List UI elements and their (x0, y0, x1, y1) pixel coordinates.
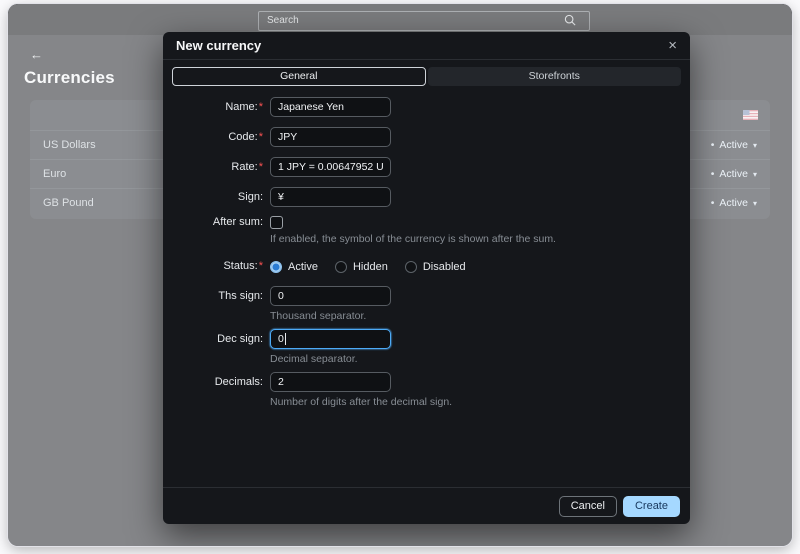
rate-label: Rate:* (163, 157, 270, 177)
decimals-help: Number of digits after the decimal sign. (270, 396, 452, 408)
required-marker: * (259, 101, 263, 113)
form-row-status: Status:* Active Hidden Disabled (163, 259, 690, 274)
cancel-button[interactable]: Cancel (559, 496, 617, 517)
decimals-input[interactable] (270, 372, 391, 392)
close-icon[interactable]: × (668, 38, 677, 53)
status-radio-active[interactable]: Active (270, 261, 318, 273)
status-radio-disabled[interactable]: Disabled (405, 261, 466, 273)
form-row-name: Name:* (163, 97, 690, 117)
tab-storefronts[interactable]: Storefronts (428, 67, 682, 86)
dec-sign-help: Decimal separator. (270, 353, 391, 365)
form-row-ths-sign: Ths sign: Thousand separator. (163, 286, 690, 322)
form-row-dec-sign: Dec sign: 0 Decimal separator. (163, 329, 690, 365)
code-input[interactable] (270, 127, 391, 147)
ths-sign-help: Thousand separator. (270, 310, 391, 322)
name-label: Name:* (163, 97, 270, 117)
app-window: ← Currencies US Dollars • Active ▾ Euro (8, 4, 792, 546)
form-row-code: Code:* (163, 127, 690, 147)
new-currency-dialog: New currency × General Storefronts Name:… (163, 32, 690, 524)
dialog-header: New currency × (163, 32, 690, 60)
after-sum-label: After sum: (163, 215, 270, 229)
currency-form: Name:* Code:* Rate:* Sign: After sum: If… (163, 97, 690, 408)
dialog-title: New currency (176, 38, 261, 53)
form-row-sign: Sign: (163, 187, 690, 207)
required-marker: * (259, 131, 263, 143)
create-button[interactable]: Create (623, 496, 680, 517)
radio-selected-icon (270, 261, 282, 273)
code-label: Code:* (163, 127, 270, 147)
required-marker: * (259, 260, 263, 272)
form-row-rate: Rate:* (163, 157, 690, 177)
tab-general[interactable]: General (172, 67, 426, 86)
ths-sign-input[interactable] (270, 286, 391, 306)
dec-sign-label: Dec sign: (163, 329, 270, 349)
radio-icon (405, 261, 417, 273)
status-radio-hidden[interactable]: Hidden (335, 261, 388, 273)
dialog-tabs: General Storefronts (172, 67, 681, 86)
rate-input[interactable] (270, 157, 391, 177)
status-label: Status:* (163, 259, 270, 273)
decimals-label: Decimals: (163, 372, 270, 392)
sign-input[interactable] (270, 187, 391, 207)
dec-sign-input[interactable]: 0 (270, 329, 391, 349)
ths-sign-label: Ths sign: (163, 286, 270, 306)
sign-label: Sign: (163, 187, 270, 207)
text-cursor (285, 333, 286, 345)
required-marker: * (259, 161, 263, 173)
name-input[interactable] (270, 97, 391, 117)
form-row-after-sum: After sum: If enabled, the symbol of the… (163, 215, 690, 245)
after-sum-help: If enabled, the symbol of the currency i… (270, 233, 556, 245)
form-row-decimals: Decimals: Number of digits after the dec… (163, 372, 690, 408)
dialog-footer: Cancel Create (163, 487, 690, 524)
after-sum-checkbox[interactable] (270, 216, 283, 229)
radio-icon (335, 261, 347, 273)
